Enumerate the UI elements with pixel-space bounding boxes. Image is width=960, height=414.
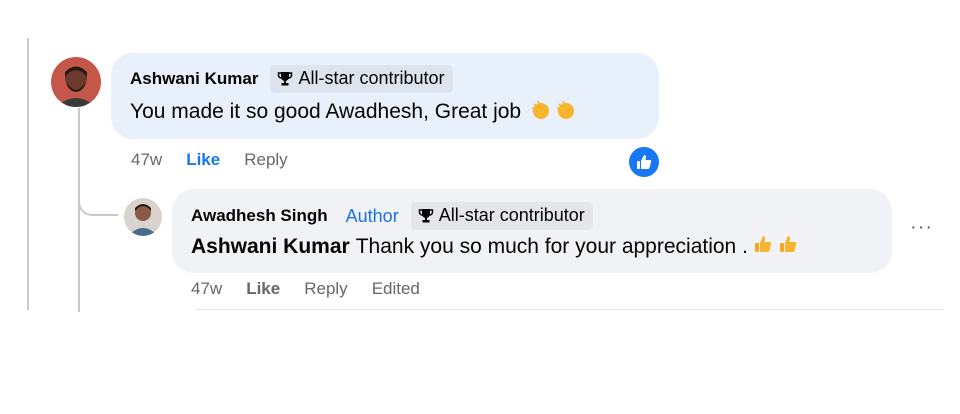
like-reaction-icon[interactable] xyxy=(627,145,661,179)
reply-text: Ashwani Kumar Thank you so much for your… xyxy=(191,233,799,261)
all-star-badge[interactable]: All-star contributor xyxy=(270,65,453,93)
reply-author-name[interactable]: Awadhesh Singh xyxy=(191,206,328,226)
more-options-button[interactable]: ··· xyxy=(910,216,933,239)
comment-actions: 47w Like Reply xyxy=(131,150,312,170)
comment-text: You made it so good Awadhesh, Great job xyxy=(130,98,576,126)
clap-emoji xyxy=(554,98,576,126)
badge-label: All-star contributor xyxy=(298,68,445,88)
comment-text-content: You made it so good Awadhesh, Great job xyxy=(130,100,522,123)
author-tag: Author xyxy=(345,205,399,226)
comment-bubble: Ashwani Kumar All-star contributor You m… xyxy=(111,53,659,139)
avatar[interactable] xyxy=(124,198,162,236)
thread-line xyxy=(27,38,29,310)
like-button[interactable]: Like xyxy=(246,279,280,299)
comment-author-name[interactable]: Ashwani Kumar xyxy=(130,69,258,89)
reply-button[interactable]: Reply xyxy=(244,150,287,170)
reply-button[interactable]: Reply xyxy=(304,279,347,299)
trophy-icon xyxy=(418,208,433,222)
mention-link[interactable]: Ashwani Kumar xyxy=(191,235,350,259)
thumbs-up-emoji xyxy=(752,233,774,261)
comment-time[interactable]: 47w xyxy=(131,150,162,170)
all-star-badge[interactable]: All-star contributor xyxy=(410,202,593,230)
reply-time[interactable]: 47w xyxy=(191,279,222,299)
clap-emoji xyxy=(529,98,551,126)
edited-label: Edited xyxy=(371,279,420,298)
reply-text-content: Thank you so much for your appreciation … xyxy=(355,235,748,258)
avatar[interactable] xyxy=(51,57,101,107)
thumbs-up-emoji xyxy=(777,233,799,261)
reply-actions: 47w Like Reply Edited xyxy=(191,279,444,299)
divider xyxy=(196,309,944,310)
comment-thread: Ashwani Kumar All-star contributor You m… xyxy=(0,0,960,414)
reply-bubble: Awadhesh Singh Author All-star contribut… xyxy=(172,189,892,273)
like-button[interactable]: Like xyxy=(186,150,220,170)
reply-connector xyxy=(78,190,118,216)
trophy-icon xyxy=(278,71,293,85)
badge-label: All-star contributor xyxy=(438,205,585,225)
